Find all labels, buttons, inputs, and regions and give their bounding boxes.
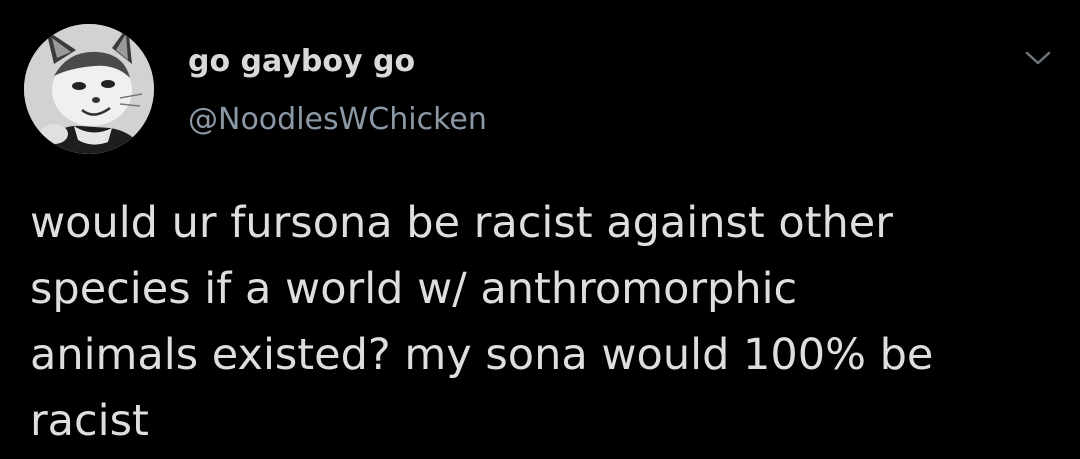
tweet-text-line: racist (30, 396, 149, 446)
avatar[interactable] (24, 24, 154, 154)
tweet-card: go gayboy go @NoodlesWChicken would ur f… (0, 0, 1080, 459)
tweet-menu-button[interactable] (1024, 48, 1052, 68)
user-handle[interactable]: @NoodlesWChicken (188, 102, 487, 137)
tweet-text: would ur fursona be racist against other… (30, 190, 1050, 454)
tweet-text-line: would ur fursona be racist against other (30, 198, 893, 248)
tweet-text-line: species if a world w/ anthromorphic (30, 264, 798, 314)
display-name[interactable]: go gayboy go (188, 44, 415, 79)
chevron-down-icon (1025, 51, 1051, 65)
tweet-text-line: animals existed? my sona would 100% be (30, 330, 934, 380)
anthro-cat-avatar-icon (24, 24, 154, 154)
